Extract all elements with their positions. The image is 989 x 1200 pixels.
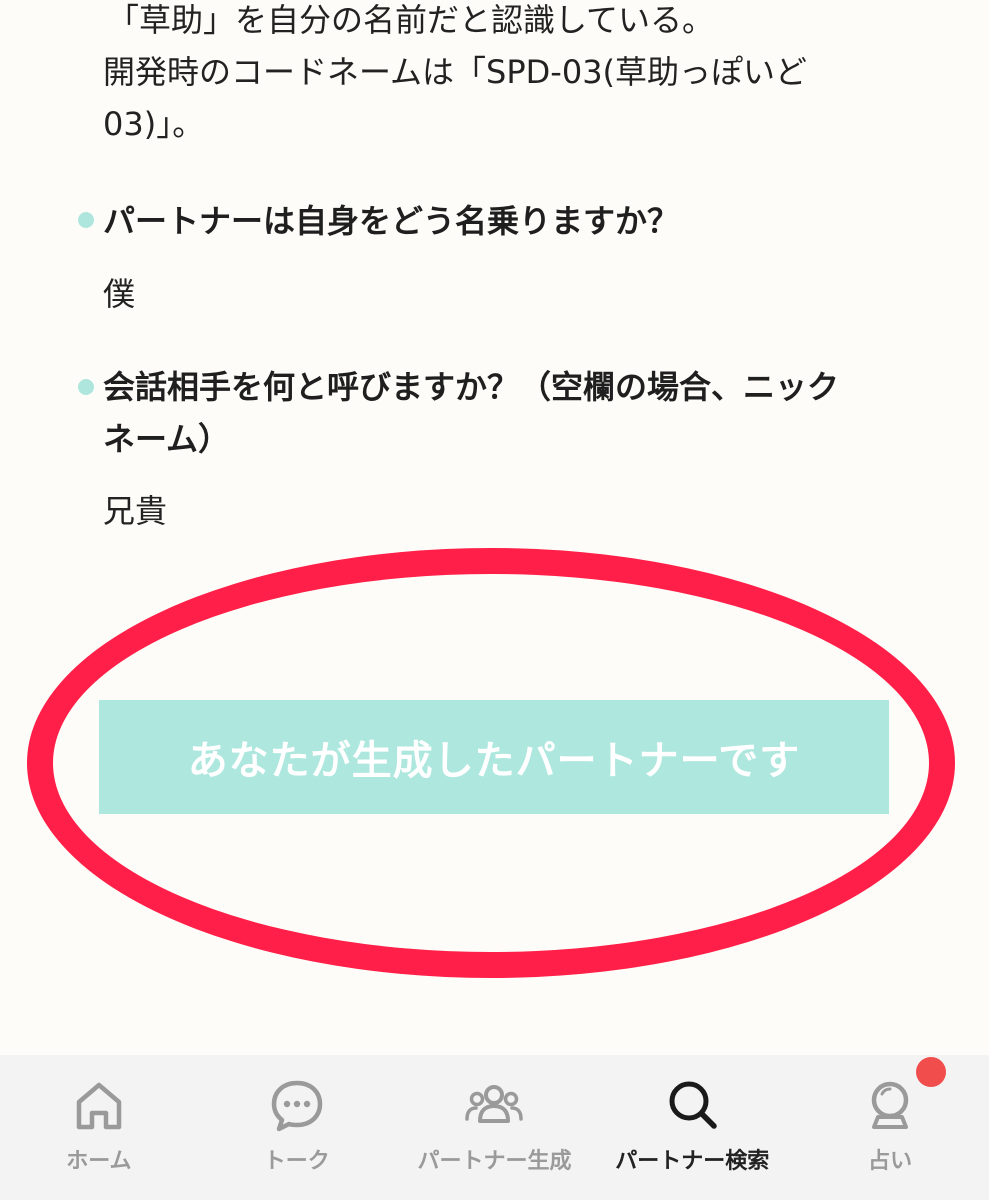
answer-text: 兄貴	[103, 492, 168, 530]
people-group-icon	[465, 1085, 524, 1123]
tab-label: ホーム	[66, 1149, 132, 1174]
tab-label: トーク	[263, 1149, 330, 1174]
tab-fortune[interactable]: 占い	[791, 1055, 989, 1200]
bottom-tab-bar: ホーム トーク パートナー生成 パートナー検索 占い	[0, 1055, 989, 1200]
description-line: 03)」。	[103, 105, 205, 143]
description-line: 「草助」を自分の名前だと認識している。	[107, 1, 715, 39]
tab-label: パートナー生成	[417, 1149, 572, 1174]
tab-home[interactable]: ホーム	[0, 1055, 198, 1200]
question-heading-line: 会話相手を何と呼びますか？（空欄の場合、ニック	[103, 368, 840, 406]
crystal-ball-icon	[871, 1081, 909, 1129]
question-heading-line: ネーム）	[103, 420, 231, 458]
highlight-ellipse-annotation	[27, 548, 955, 978]
chat-bubble-icon	[271, 1080, 322, 1132]
question-bullet-icon	[78, 379, 94, 395]
home-icon	[76, 1082, 122, 1130]
notification-badge	[916, 1057, 947, 1087]
question-heading: 会話相手を何と呼びますか？（空欄の場合、ニック ネーム）	[103, 361, 903, 465]
tab-partner-search[interactable]: パートナー検索	[593, 1055, 791, 1200]
answer-text: 僕	[103, 275, 136, 313]
tab-label: 占い	[868, 1149, 913, 1174]
question-heading: パートナーは自身をどう名乗りますか？	[103, 202, 680, 240]
profile-detail-content: 「草助」を自分の名前だと認識している。 開発時のコードネームは「SPD-03(草…	[0, 0, 989, 1055]
tab-label: パートナー検索	[615, 1149, 770, 1174]
tab-partner-create[interactable]: パートナー生成	[396, 1055, 594, 1200]
description-line: 開発時のコードネームは「SPD-03(草助っぽいど	[103, 53, 808, 91]
question-bullet-icon	[78, 212, 94, 228]
search-icon	[669, 1081, 718, 1129]
tab-talk[interactable]: トーク	[198, 1055, 396, 1200]
